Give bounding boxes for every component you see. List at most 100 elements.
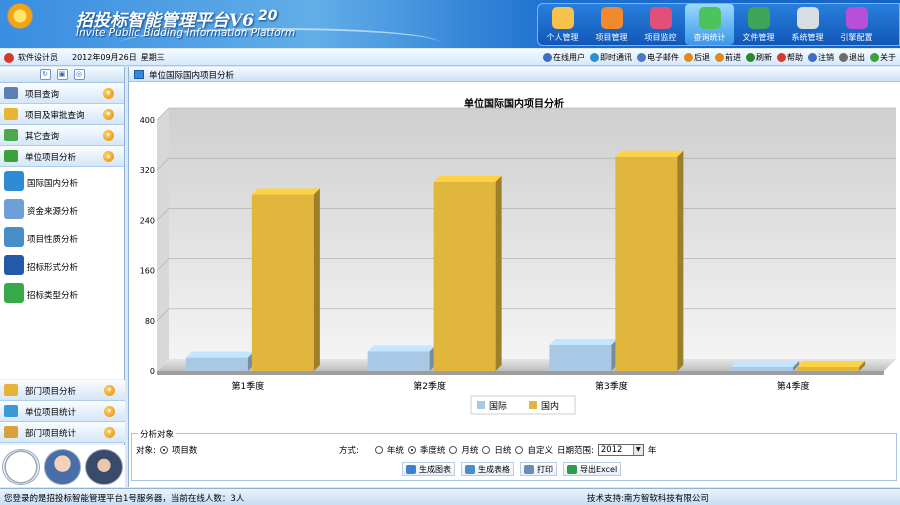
action-label: 注销 — [818, 53, 834, 62]
mode-label: 方式: — [339, 446, 359, 456]
about-button[interactable]: 关于 — [870, 52, 896, 63]
unit-stats-icon — [4, 405, 18, 417]
sidebar-group-label: 项目查询 — [25, 90, 60, 100]
button-label: 生成图表 — [419, 464, 451, 474]
forward-button[interactable]: 前进 — [715, 52, 741, 63]
logo-sun-icon — [0, 0, 48, 48]
sidebar-item-bidding-form[interactable]: 招标形式分析 — [0, 251, 124, 279]
generate-chart-button[interactable]: 生成图表 — [402, 462, 455, 476]
toolbar-actions: 在线用户 即时通讯 电子邮件 后退 前进 刷新 帮助 注销 退出 关于 — [543, 52, 896, 63]
bar-top — [731, 361, 800, 367]
user-avatar-icon — [4, 52, 14, 63]
date-range-label: 日期范围: — [556, 446, 594, 456]
exit-button[interactable]: 退出 — [839, 52, 865, 63]
expand-icon[interactable]: ▾ — [103, 130, 114, 141]
sidebar-group-dept-analysis[interactable]: 部门项目分析 ▾ — [0, 380, 125, 401]
expand-icon[interactable]: ▾ — [104, 385, 115, 396]
app-header: 招投标智能管理平台V6 20 Invite Public Bidding Inf… — [0, 0, 900, 48]
mode-radio-day[interactable] — [482, 446, 491, 454]
intl-domestic-icon — [4, 171, 24, 191]
object-row: 对象: 项目数 — [136, 444, 197, 456]
print-icon — [524, 464, 534, 474]
sidebar-group-unit-stats[interactable]: 单位项目统计 ▾ — [0, 401, 125, 422]
legend-swatch — [529, 401, 537, 409]
email-icon — [637, 53, 646, 62]
nav-system[interactable]: 系统管理 — [783, 4, 832, 45]
nav-project[interactable]: 项目管理 — [587, 4, 636, 45]
current-date: 2012年09月26日 — [72, 53, 137, 62]
refresh-tree-icon[interactable]: ↻ — [39, 69, 51, 80]
online-users-button[interactable]: 在线用户 — [543, 52, 585, 63]
nav-monitor[interactable]: 项目监控 — [636, 4, 685, 45]
nav-query-stats[interactable]: 查询统计 — [685, 4, 734, 45]
monitor-icon — [650, 7, 672, 29]
bar-domestic — [433, 181, 496, 371]
back-button[interactable]: 后退 — [684, 52, 710, 63]
project-query-icon — [4, 87, 18, 99]
bar-international — [731, 367, 794, 371]
bar-international — [185, 357, 248, 371]
sidebar-item-bidding-type[interactable]: 招标类型分析 — [0, 279, 124, 307]
mode-radio-month[interactable] — [449, 446, 458, 454]
sidebar-item-project-nature[interactable]: 项目性质分析 — [0, 223, 124, 251]
generate-table-button[interactable]: 生成表格 — [461, 462, 514, 476]
year-select[interactable]: 2012 ▼ — [597, 444, 644, 456]
sidebar-group-project-query[interactable]: 项目查询 ▾ — [0, 83, 124, 104]
user-name: 软件设计员 — [18, 53, 58, 62]
sidebar-group-approval-query[interactable]: 项目及审批查询 ▾ — [0, 104, 124, 125]
expand-icon[interactable]: ▾ — [104, 427, 115, 438]
clock-image — [2, 449, 40, 485]
expand-icon[interactable]: ▾ — [103, 109, 114, 120]
button-label: 打印 — [537, 464, 553, 474]
instant-message-button[interactable]: 即时通讯 — [590, 52, 632, 63]
mode-radio-quarter[interactable] — [407, 446, 416, 454]
panel-title-bar: 单位国际国内项目分析 — [129, 67, 900, 82]
sidebar-item-intl-domestic[interactable]: 国际国内分析 — [0, 167, 124, 195]
x-tick-label: 第3季度 — [595, 380, 628, 392]
print-button[interactable]: 打印 — [520, 462, 557, 476]
nav-personal[interactable]: 个人管理 — [538, 4, 587, 45]
expand-all-icon[interactable]: ◎ — [73, 69, 85, 80]
year-unit: 年 — [647, 446, 657, 456]
x-tick-label: 第4季度 — [777, 380, 810, 392]
collapse-all-icon[interactable]: ▣ — [56, 69, 68, 80]
nav-file[interactable]: 文件管理 — [734, 4, 783, 45]
panel-icon — [134, 70, 144, 79]
help-button[interactable]: 帮助 — [777, 52, 803, 63]
back-icon — [684, 53, 693, 62]
approval-query-icon — [4, 108, 18, 120]
export-excel-button[interactable]: 导出Excel — [563, 462, 622, 476]
mode-radio-year[interactable] — [374, 446, 383, 454]
unit-analysis-icon — [4, 150, 18, 162]
sidebar: ↻ ▣ ◎ 项目查询 ▾ 项目及审批查询 ▾ 其它查询 ▾ 单位项目分析 ▴ 国… — [0, 67, 125, 487]
collapse-icon[interactable]: ▴ — [103, 151, 114, 162]
sidebar-images — [0, 445, 125, 487]
sidebar-group-other-query[interactable]: 其它查询 ▾ — [0, 125, 124, 146]
expand-icon[interactable]: ▾ — [103, 88, 114, 99]
logout-button[interactable]: 注销 — [808, 52, 834, 63]
table-icon — [465, 464, 475, 474]
tech-support: 技术支持:南方智软科技有限公司 — [587, 494, 709, 504]
bar-side — [313, 188, 320, 371]
y-tick-label: 400 — [140, 116, 155, 125]
mode-radio-custom[interactable] — [515, 446, 524, 454]
bar-international — [549, 345, 612, 371]
sidebar-group-label: 部门项目分析 — [25, 387, 77, 397]
sidebar-item-fund-source[interactable]: 资金来源分析 — [0, 195, 124, 223]
nav-label: 项目管理 — [595, 33, 628, 42]
chart-side-wall — [157, 108, 169, 371]
options-legend: 分析对象 — [138, 428, 177, 440]
object-radio[interactable] — [159, 446, 168, 454]
nav-label: 查询统计 — [693, 33, 726, 42]
action-label: 即时通讯 — [600, 53, 632, 62]
nav-engine[interactable]: 引擎配置 — [832, 4, 881, 45]
sidebar-group-dept-stats[interactable]: 部门项目统计 ▾ — [0, 422, 125, 443]
server-status: 您登录的是招投标智能管理平台1号服务器，当前在线人数：3人 — [4, 494, 245, 504]
mode-row: 方式: 年统 季度统 月统 日统 自定义 日期范围: 2012 ▼ 年 — [339, 444, 656, 456]
expand-icon[interactable]: ▾ — [104, 406, 115, 417]
system-icon — [797, 7, 819, 29]
sidebar-group-unit-analysis[interactable]: 单位项目分析 ▴ — [0, 146, 124, 167]
email-button[interactable]: 电子邮件 — [637, 52, 679, 63]
bar-domestic — [797, 367, 860, 371]
refresh-button[interactable]: 刷新 — [746, 52, 772, 63]
